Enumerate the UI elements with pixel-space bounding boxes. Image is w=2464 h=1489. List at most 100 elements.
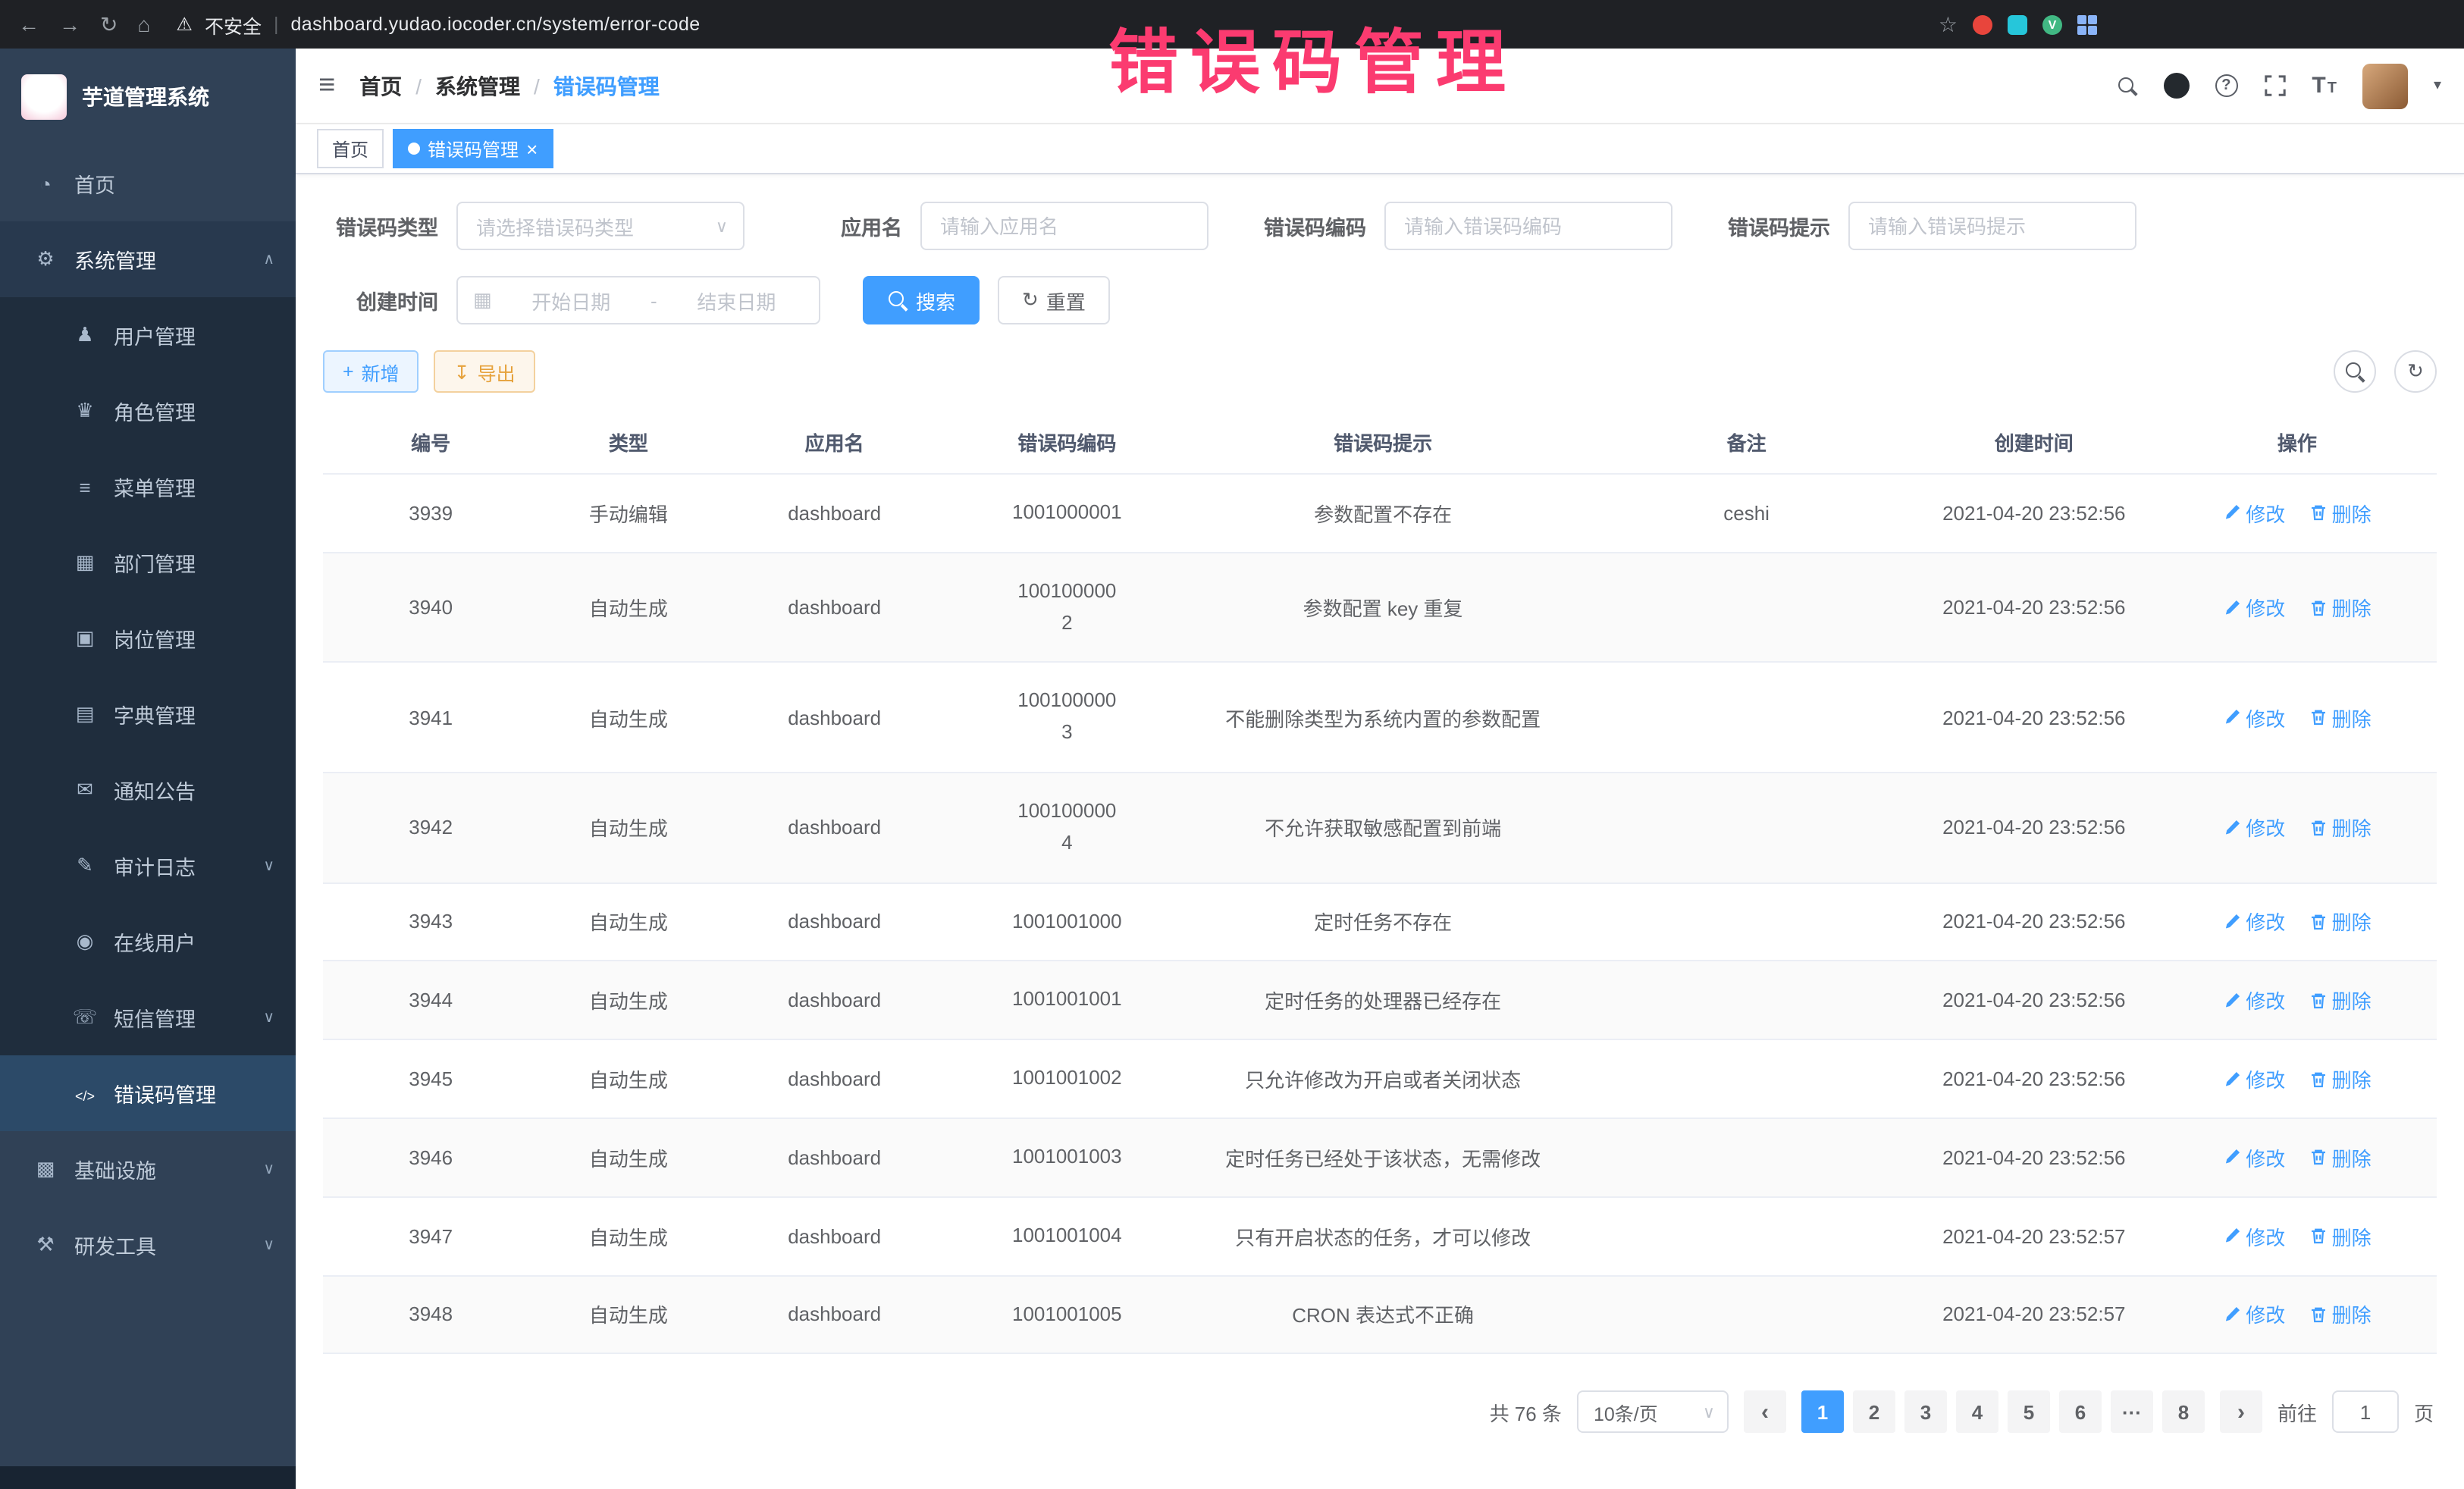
page-button[interactable]: ··· — [2111, 1391, 2153, 1434]
page-button[interactable]: 3 — [1904, 1391, 1947, 1434]
address-bar[interactable]: ⚠ 不安全 | dashboard.yudao.iocoder.cn/syste… — [176, 10, 700, 39]
sidebar-item[interactable]: 菜单管理 — [0, 449, 296, 525]
sidebar-item[interactable]: 角色管理 — [0, 373, 296, 449]
view-tab[interactable]: 错误码管理 × — [393, 129, 553, 168]
sidebar-item[interactable]: 岗位管理 — [0, 600, 296, 676]
sidebar-item-label: 岗位管理 — [114, 623, 196, 654]
cell-code: 1001000001 — [951, 474, 1183, 553]
toggle-search-button[interactable] — [2334, 350, 2376, 393]
extension-icon-grid[interactable] — [2077, 14, 2464, 34]
delete-button[interactable]: 删除 — [2309, 499, 2372, 528]
sidebar-item[interactable]: 通知公告 — [0, 752, 296, 828]
delete-button[interactable]: 删除 — [2309, 908, 2372, 936]
edit-button[interactable]: 修改 — [2223, 1300, 2285, 1329]
security-label[interactable]: 不安全 — [205, 10, 262, 39]
search-icon[interactable] — [2116, 75, 2137, 96]
url-text[interactable]: dashboard.yudao.iocoder.cn/system/error-… — [290, 14, 700, 35]
logo[interactable]: 芋道管理系统 — [0, 49, 296, 146]
edit-button[interactable]: 修改 — [2223, 1064, 2285, 1093]
sidebar-item[interactable]: 基础设施 — [0, 1131, 296, 1207]
cell-remark — [1583, 773, 1911, 882]
cell-msg: 参数配置 key 重复 — [1183, 553, 1583, 663]
extension-icon-red[interactable] — [1973, 14, 1992, 34]
page-button[interactable]: 8 — [2162, 1391, 2205, 1434]
sidebar-item[interactable]: 研发工具 — [0, 1207, 296, 1283]
sidebar-item[interactable]: 错误码管理 — [0, 1055, 296, 1131]
search-button-label: 搜索 — [916, 286, 955, 315]
sidebar-item[interactable]: 在线用户 — [0, 904, 296, 980]
breadcrumb-item-home[interactable]: 首页 — [359, 71, 402, 101]
goto-suffix: 页 — [2414, 1398, 2434, 1427]
delete-button[interactable]: 删除 — [2309, 813, 2372, 842]
delete-button[interactable]: 删除 — [2309, 1300, 2372, 1329]
error-code-table: 编号 类型 应用名 错误码编码 错误码提示 备注 创建时间 操作 — [323, 411, 2437, 1355]
sidebar-item[interactable]: 审计日志 — [0, 828, 296, 904]
search-button[interactable]: 搜索 — [863, 276, 980, 324]
edit-button[interactable]: 修改 — [2223, 1143, 2285, 1172]
delete-button[interactable]: 删除 — [2309, 986, 2372, 1015]
page-content: 错误码类型 请选择错误码类型 ∨ 应用名 错误码编码 — [296, 174, 2464, 1489]
prev-page-button[interactable]: ‹ — [1744, 1391, 1786, 1434]
goto-page-input[interactable] — [2332, 1391, 2399, 1434]
github-icon[interactable] — [2163, 73, 2189, 99]
cell-remark — [1583, 1275, 1911, 1354]
cell-id: 3940 — [323, 553, 538, 663]
browser-reload-icon[interactable]: ↻ — [100, 11, 118, 37]
export-button[interactable]: ↧ 导出 — [434, 350, 535, 393]
edit-button[interactable]: 修改 — [2223, 813, 2285, 842]
edit-button[interactable]: 修改 — [2223, 593, 2285, 622]
bookmark-star-icon[interactable]: ☆ — [1939, 11, 1958, 37]
sidebar-item[interactable]: 系统管理 — [0, 221, 296, 297]
delete-button[interactable]: 删除 — [2309, 593, 2372, 622]
sidebar-item[interactable]: 部门管理 — [0, 525, 296, 600]
error-code-input[interactable] — [1384, 202, 1672, 250]
sidebar-item[interactable]: 短信管理 — [0, 980, 296, 1055]
caret-down-icon[interactable]: ▾ — [2434, 77, 2441, 94]
sidebar-item[interactable]: 用户管理 — [0, 297, 296, 373]
page-button[interactable]: 5 — [2008, 1391, 2050, 1434]
sidebar-item[interactable]: 字典管理 — [0, 676, 296, 752]
edit-button[interactable]: 修改 — [2223, 1221, 2285, 1250]
page-button[interactable]: 1 — [1801, 1391, 1844, 1434]
add-button[interactable]: + 新增 — [323, 350, 419, 393]
edit-button[interactable]: 修改 — [2223, 986, 2285, 1015]
delete-button[interactable]: 删除 — [2309, 1064, 2372, 1093]
page-button[interactable]: 6 — [2059, 1391, 2102, 1434]
page-size-select[interactable]: 10条/页 ∨ — [1577, 1391, 1729, 1434]
date-range-picker[interactable]: ▦ 开始日期 - 结束日期 — [456, 276, 820, 324]
filter-group-msg: 错误码提示 — [1715, 202, 2136, 250]
delete-button[interactable]: 删除 — [2309, 703, 2372, 732]
edit-button[interactable]: 修改 — [2223, 703, 2285, 732]
extension-icon-teal[interactable] — [2008, 14, 2027, 34]
delete-button[interactable]: 删除 — [2309, 1143, 2372, 1172]
help-icon[interactable]: ? — [2215, 74, 2237, 97]
breadcrumb-item-system[interactable]: 系统管理 — [435, 71, 520, 101]
sidebar-collapse-bar[interactable] — [0, 1466, 296, 1489]
tab-close-icon[interactable]: × — [526, 139, 538, 158]
chevron-icon — [263, 857, 274, 874]
edit-button[interactable]: 修改 — [2223, 908, 2285, 936]
fullscreen-icon[interactable] — [2263, 74, 2286, 97]
error-msg-input[interactable] — [1848, 202, 2136, 250]
view-tab[interactable]: 首页 × — [317, 129, 384, 168]
browser-forward-icon[interactable]: → — [59, 12, 80, 36]
screen: 错误码管理 ← → ↻ ⌂ ⚠ 不安全 | dashboard.yudao.io… — [0, 0, 2464, 1489]
reset-button[interactable]: ↻ 重置 — [998, 276, 1110, 324]
browser-back-icon[interactable]: ← — [18, 12, 39, 36]
vue-devtools-extension-icon[interactable]: V — [2042, 14, 2062, 34]
page-button[interactable]: 4 — [1956, 1391, 1998, 1434]
delete-button[interactable]: 删除 — [2309, 1221, 2372, 1250]
sidebar-item[interactable]: 首页 — [0, 146, 296, 221]
app-name-input[interactable] — [920, 202, 1208, 250]
user-avatar[interactable] — [2362, 63, 2408, 108]
page-button[interactable]: 2 — [1853, 1391, 1895, 1434]
font-size-icon[interactable] — [2312, 74, 2337, 97]
start-date-placeholder: 开始日期 — [504, 286, 638, 315]
next-page-button[interactable]: › — [2220, 1391, 2262, 1434]
browser-home-icon[interactable]: ⌂ — [137, 12, 150, 36]
error-type-select[interactable]: 请选择错误码类型 ∨ — [456, 202, 745, 250]
cell-operation: 修改 删除 — [2158, 1275, 2437, 1354]
edit-button[interactable]: 修改 — [2223, 499, 2285, 528]
refresh-table-button[interactable]: ↻ — [2394, 350, 2437, 393]
hamburger-icon[interactable]: ≡ — [318, 69, 335, 102]
